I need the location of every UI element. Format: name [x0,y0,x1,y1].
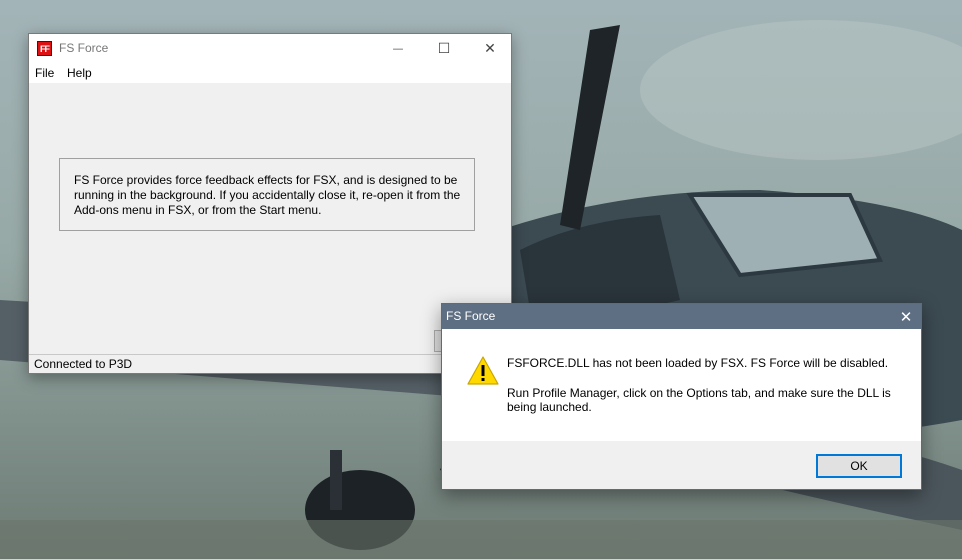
maximize-button[interactable]: ☐ [421,34,467,63]
main-window-titlebar[interactable]: FF FS Force — ☐ ✕ [29,34,511,63]
minimize-icon: — [392,42,404,55]
main-window-title: FS Force [59,41,109,55]
dialog-message-line1: FSFORCE.DLL has not been loaded by FSX. … [507,356,889,370]
dialog-title: FS Force [446,309,496,323]
menu-file[interactable]: File [35,66,54,80]
close-icon: ✕ [484,40,496,57]
close-icon: ✕ [899,307,913,326]
info-text-box: FS Force provides force feedback effects… [59,158,475,231]
close-button[interactable]: ✕ [467,34,513,63]
dialog-footer: OK [442,441,921,489]
status-bar: Connected to P3D [29,354,511,373]
app-icon: FF [37,41,52,56]
dialog-message-line2: Run Profile Manager, click on the Option… [507,386,891,414]
warning-dialog: FS Force ✕ FSFORCE.DLL has not been load… [441,303,922,490]
menu-help[interactable]: Help [67,66,92,80]
status-text: Connected to P3D [34,357,133,371]
main-window-client: FS Force provides force feedback effects… [29,83,511,355]
dialog-body: FSFORCE.DLL has not been loaded by FSX. … [442,329,921,441]
minimize-button[interactable]: — [375,34,421,63]
ok-button[interactable]: OK [816,454,902,478]
menubar: File Help [29,63,511,83]
maximize-icon: ☐ [437,40,451,57]
dialog-close-button[interactable]: ✕ [891,304,921,329]
warning-icon [467,356,499,385]
fs-force-main-window: FF FS Force — ☐ ✕ File Help FS Force pro… [28,33,512,374]
dialog-titlebar[interactable]: FS Force ✕ [442,304,921,329]
